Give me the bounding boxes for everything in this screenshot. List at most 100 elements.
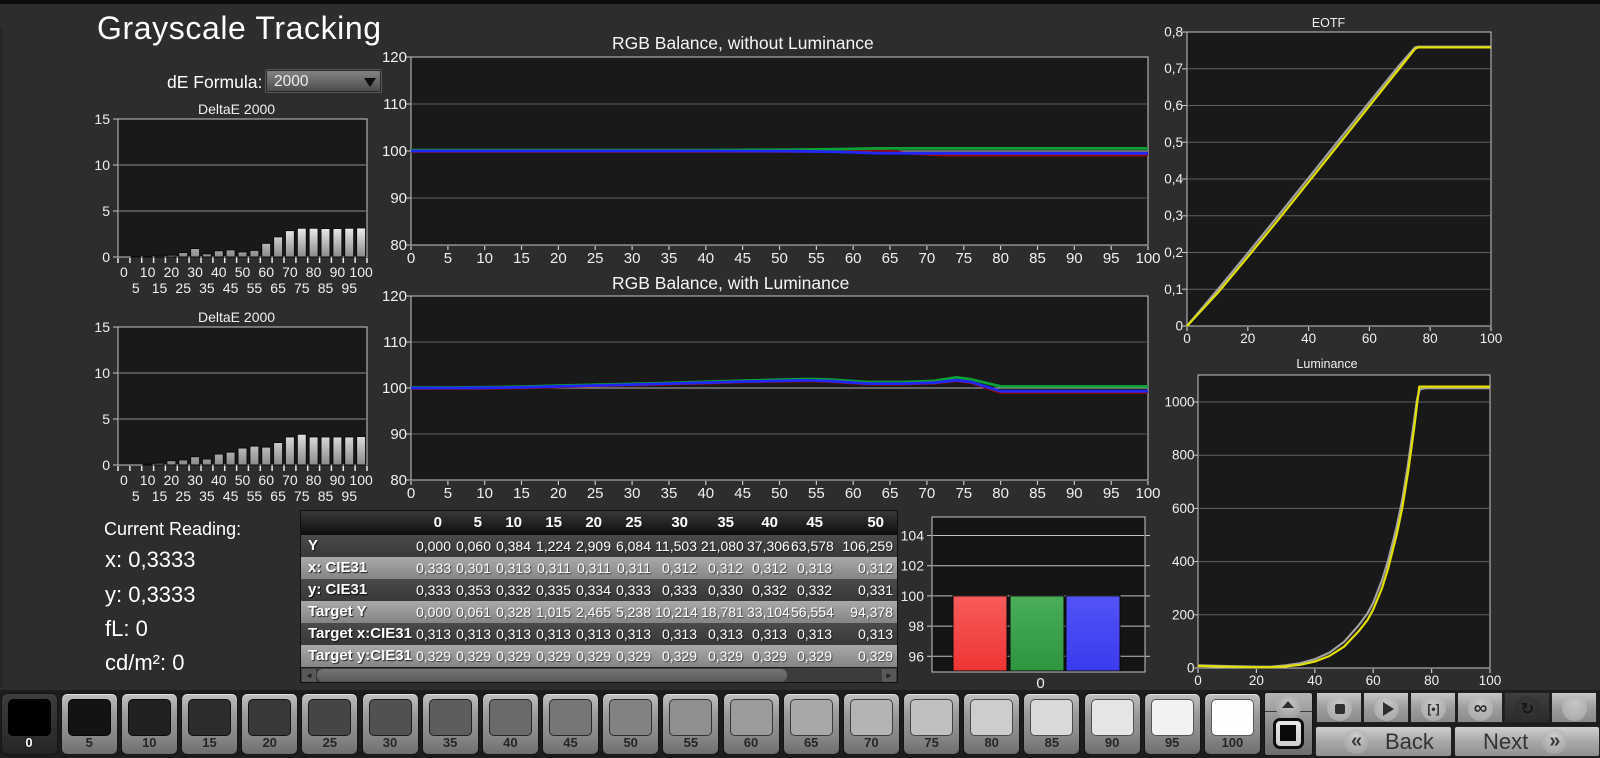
svg-text:75: 75 [294,280,310,296]
svg-text:0,3: 0,3 [1164,208,1183,223]
svg-text:25: 25 [175,488,191,504]
svg-text:95: 95 [341,488,357,504]
svg-text:60: 60 [845,485,862,502]
svg-text:100: 100 [349,264,373,280]
svg-text:40: 40 [211,264,227,280]
svg-text:15: 15 [94,319,110,335]
svg-text:85: 85 [1029,485,1046,502]
svg-text:0: 0 [102,249,110,265]
svg-text:100: 100 [1135,250,1160,267]
svg-text:15: 15 [152,488,168,504]
svg-text:35: 35 [199,488,215,504]
svg-text:20: 20 [164,264,180,280]
svg-text:0,4: 0,4 [1164,172,1183,187]
svg-text:65: 65 [882,250,899,267]
svg-text:15: 15 [513,250,530,267]
svg-text:10: 10 [476,485,493,502]
svg-text:20: 20 [1249,673,1264,688]
svg-text:75: 75 [294,488,310,504]
svg-text:55: 55 [247,488,263,504]
svg-text:40: 40 [211,472,227,488]
svg-text:35: 35 [199,280,215,296]
svg-text:120: 120 [382,49,407,66]
svg-text:90: 90 [1066,250,1083,267]
svg-text:RGB Balance, with Luminance: RGB Balance, with Luminance [612,273,849,293]
svg-text:100: 100 [382,143,407,160]
svg-text:100: 100 [1479,673,1502,688]
svg-text:DeltaE 2000: DeltaE 2000 [198,309,275,325]
svg-text:0,2: 0,2 [1164,245,1183,260]
svg-text:40: 40 [1307,673,1322,688]
svg-text:20: 20 [1240,331,1255,346]
svg-text:15: 15 [94,111,110,127]
svg-text:20: 20 [550,250,567,267]
svg-text:70: 70 [282,472,298,488]
svg-text:70: 70 [919,485,936,502]
svg-text:50: 50 [235,264,251,280]
svg-text:0,7: 0,7 [1164,61,1183,76]
svg-text:50: 50 [771,485,788,502]
svg-text:45: 45 [734,250,751,267]
svg-text:0,5: 0,5 [1164,135,1183,150]
svg-text:120: 120 [382,288,407,305]
svg-text:55: 55 [808,485,825,502]
svg-text:100: 100 [1480,331,1503,346]
svg-text:70: 70 [919,250,936,267]
svg-text:80: 80 [390,472,407,489]
svg-text:5: 5 [132,280,140,296]
svg-text:10: 10 [140,264,156,280]
svg-text:100: 100 [349,472,373,488]
svg-text:100: 100 [382,380,407,397]
svg-text:40: 40 [697,485,714,502]
svg-text:0: 0 [1175,319,1183,334]
svg-text:45: 45 [734,485,751,502]
svg-text:65: 65 [882,485,899,502]
svg-text:EOTF: EOTF [1312,16,1346,30]
svg-text:400: 400 [1172,554,1195,569]
svg-text:20: 20 [550,485,567,502]
svg-text:80: 80 [992,485,1009,502]
svg-text:90: 90 [390,426,407,443]
svg-text:RGB Balance, without Luminance: RGB Balance, without Luminance [612,33,874,53]
svg-text:100: 100 [1135,485,1160,502]
svg-text:40: 40 [697,250,714,267]
svg-text:55: 55 [808,250,825,267]
svg-text:35: 35 [661,250,678,267]
svg-text:5: 5 [132,488,140,504]
svg-text:95: 95 [1103,250,1120,267]
svg-text:85: 85 [1029,250,1046,267]
svg-text:10: 10 [140,472,156,488]
svg-text:40: 40 [1301,331,1316,346]
svg-text:5: 5 [102,203,110,219]
svg-text:5: 5 [444,250,452,267]
svg-text:0,1: 0,1 [1164,282,1183,297]
svg-text:20: 20 [164,472,180,488]
svg-text:0,8: 0,8 [1164,25,1183,40]
svg-text:85: 85 [318,488,334,504]
svg-text:80: 80 [390,237,407,254]
svg-text:0: 0 [120,264,128,280]
svg-text:110: 110 [383,96,407,113]
svg-text:50: 50 [771,250,788,267]
svg-text:10: 10 [94,157,110,173]
svg-text:60: 60 [258,472,274,488]
svg-text:0: 0 [407,250,415,267]
svg-text:60: 60 [1366,673,1381,688]
svg-text:70: 70 [282,264,298,280]
svg-text:75: 75 [955,485,972,502]
svg-text:65: 65 [270,488,286,504]
svg-text:102: 102 [901,558,925,574]
svg-text:1000: 1000 [1164,395,1194,410]
svg-text:104: 104 [901,528,925,544]
svg-text:0: 0 [102,457,110,473]
svg-text:10: 10 [476,250,493,267]
svg-text:0,6: 0,6 [1164,98,1183,113]
svg-text:0: 0 [120,472,128,488]
svg-text:0: 0 [407,485,415,502]
svg-text:25: 25 [587,250,604,267]
svg-text:80: 80 [1423,331,1438,346]
svg-text:35: 35 [661,485,678,502]
svg-text:60: 60 [1362,331,1377,346]
svg-text:80: 80 [306,264,322,280]
svg-text:96: 96 [908,648,924,664]
